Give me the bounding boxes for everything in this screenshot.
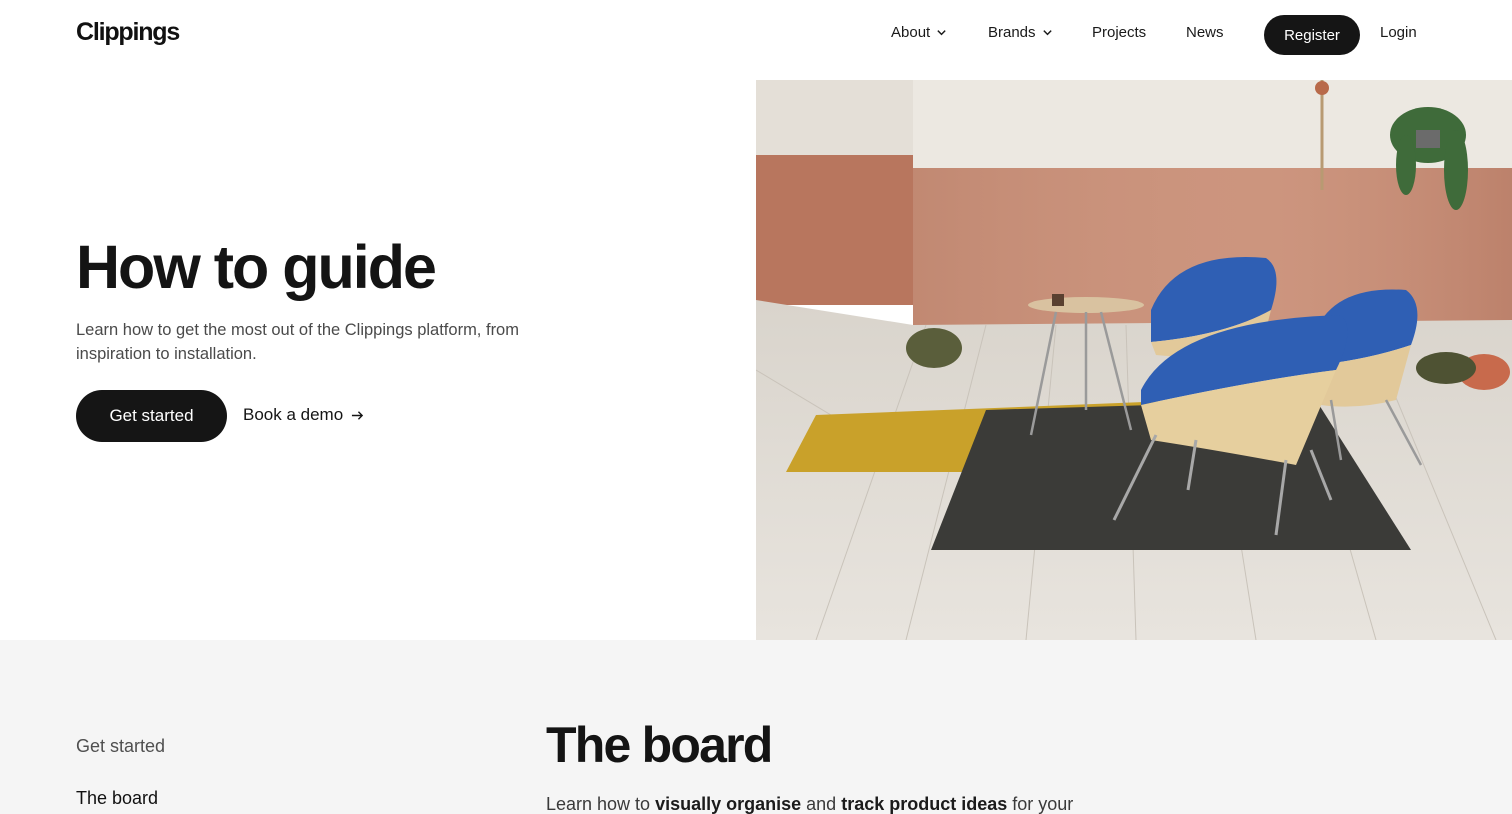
section-text-emphasis: track product ideas xyxy=(841,794,1008,814)
arrow-right-icon xyxy=(352,410,364,420)
section-text-part: and xyxy=(801,794,842,814)
login-label: Login xyxy=(1380,24,1417,41)
section-text-emphasis: visually organise xyxy=(655,794,802,814)
site-header: Clippings About Brands Projects News Reg… xyxy=(0,0,1512,70)
nav-projects[interactable]: Projects xyxy=(1092,24,1146,41)
nav-brands-label: Brands xyxy=(988,24,1036,41)
page-title: How to guide xyxy=(76,233,437,301)
section-text-part: for your xyxy=(1007,794,1074,814)
hero-subtitle: Learn how to get the most out of the Cli… xyxy=(76,321,519,363)
nav-about-label: About xyxy=(891,24,931,41)
chevron-down-icon xyxy=(937,30,946,36)
guide-content-section: Get started The board The board Learn ho… xyxy=(0,640,1512,814)
book-demo-label: Book a demo xyxy=(243,405,344,424)
login-link[interactable]: Login xyxy=(1380,24,1417,41)
section-title: The board xyxy=(546,717,773,773)
book-demo-link[interactable]: Book a demo xyxy=(243,405,364,425)
get-started-button[interactable]: Get started xyxy=(76,390,227,442)
register-button[interactable]: Register xyxy=(1264,15,1360,55)
toc-item-get-started[interactable]: Get started xyxy=(76,736,165,757)
section-intro: Learn how to visually organise and track… xyxy=(546,794,1073,814)
toc-item-the-board[interactable]: The board xyxy=(76,788,158,809)
hero-text: How to guide Learn how to get the most o… xyxy=(76,70,716,640)
hero-section: How to guide Learn how to get the most o… xyxy=(0,70,1512,640)
nav-news[interactable]: News xyxy=(1186,24,1224,41)
section-text-part: Learn how to xyxy=(546,794,656,814)
chevron-down-icon xyxy=(1042,30,1052,36)
room-illustration xyxy=(756,80,1512,640)
nav-about[interactable]: About xyxy=(891,24,947,41)
main-nav: About Brands Projects News Register Logi… xyxy=(0,0,1512,70)
hero-photo-lounge-chairs xyxy=(756,80,1512,640)
nav-brands[interactable]: Brands xyxy=(988,24,1053,41)
nav-projects-label: Projects xyxy=(1092,24,1147,41)
nav-news-label: News xyxy=(1186,24,1224,41)
